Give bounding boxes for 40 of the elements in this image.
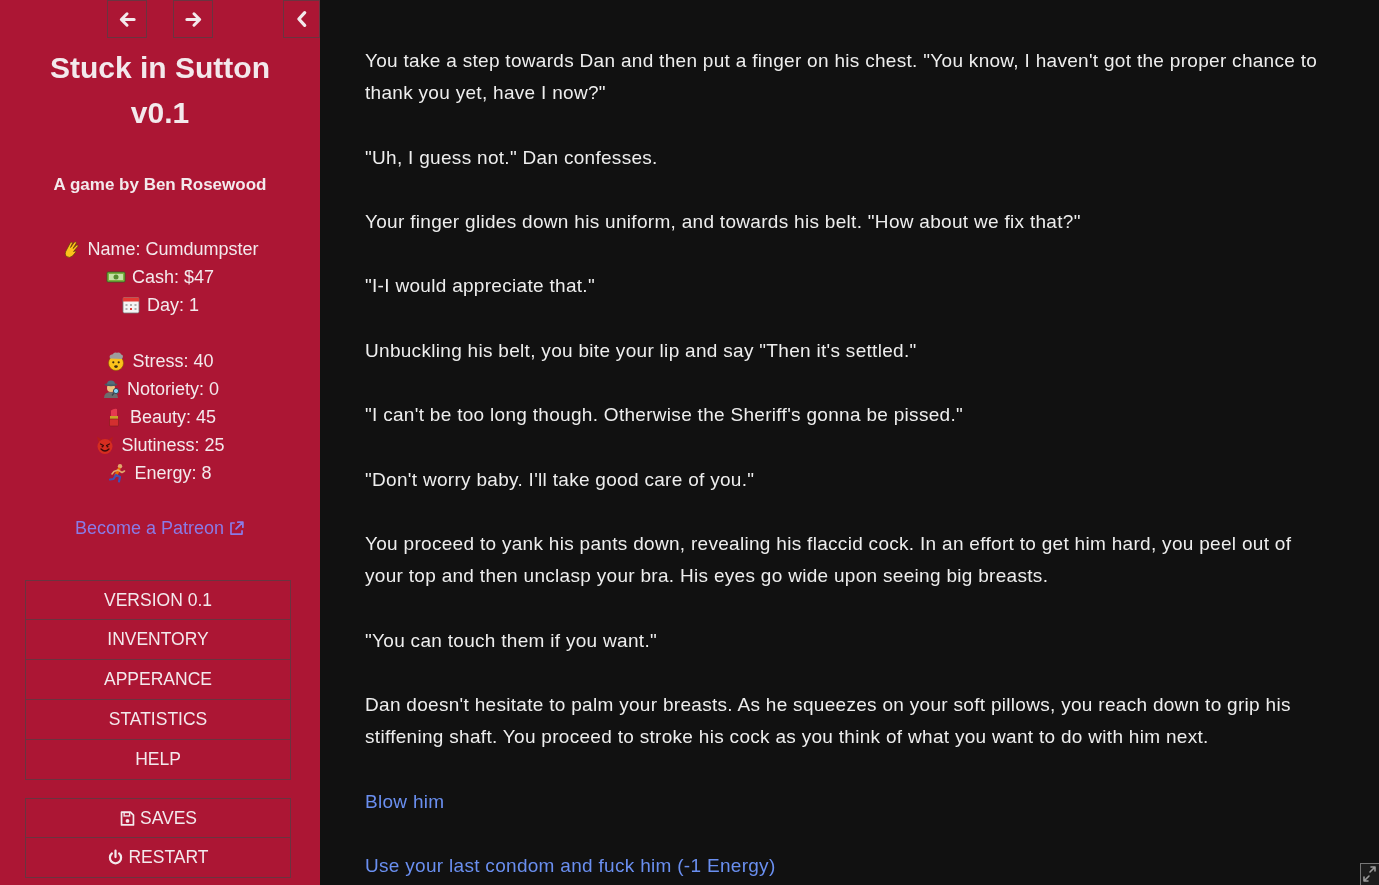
game-byline: A game by Ben Rosewood bbox=[52, 174, 268, 196]
stat-label: Cash: $47 bbox=[131, 266, 215, 289]
menu-item[interactable]: APPERANCE bbox=[25, 660, 291, 700]
left-arrow-icon bbox=[117, 9, 137, 29]
game-title: Stuck in Sutton v0.1 bbox=[49, 50, 271, 131]
menu-item[interactable]: VERSION 0.1 bbox=[25, 580, 291, 620]
stat-label: Energy: 8 bbox=[134, 462, 212, 485]
back-button[interactable] bbox=[107, 0, 147, 38]
story-paragraph: "You can touch them if you want." bbox=[365, 628, 659, 653]
story-paragraph: "I can't be too long though. Otherwise the Sheriff's gonna be pissed." bbox=[365, 403, 965, 428]
right-arrow-icon bbox=[183, 9, 203, 29]
story-paragraph: "I-I would appreciate that." bbox=[365, 274, 596, 299]
stat-label: Day: 1 bbox=[147, 294, 199, 317]
story-paragraph: You take a step towards Dan and then put a finger on his chest. "You know, I haven't got the proper chance to thank you yet, have I now?" bbox=[365, 49, 1319, 106]
stat-label: Notoriety: 0 bbox=[126, 378, 219, 401]
sidebar-toggle-button[interactable] bbox=[283, 0, 320, 38]
saves-button[interactable]: SAVES bbox=[25, 798, 291, 838]
forward-button[interactable] bbox=[173, 0, 213, 38]
stat-label: Stress: 40 bbox=[132, 350, 214, 373]
stat-label: Beauty: 45 bbox=[129, 406, 217, 429]
menu-item[interactable]: STATISTICS bbox=[25, 700, 291, 740]
calendar-icon bbox=[121, 295, 141, 315]
devil-face-icon bbox=[95, 435, 116, 455]
menu-item[interactable]: INVENTORY bbox=[25, 620, 291, 660]
choice-link[interactable]: Use your last condom and fuck him (-1 Energy) bbox=[365, 854, 776, 876]
exploding-head-icon bbox=[106, 351, 127, 371]
story-paragraph: "Don't worry baby. I'll take good care of you." bbox=[365, 467, 756, 492]
external-link-icon bbox=[228, 519, 246, 537]
power-icon bbox=[107, 849, 125, 866]
story-paragraph: "Uh, I guess not." Dan confesses. bbox=[365, 145, 659, 170]
story-paragraph: You proceed to yank his pants down, revealing his flaccid cock. In an effort to get him hard, you peel out of your top and then unclasp your bra. His eyes go wide upon seeing big breasts. bbox=[365, 531, 1293, 589]
story-paragraph: Unbuckling his belt, you bite your lip and say "Then it's settled." bbox=[365, 338, 918, 363]
expand-icon[interactable] bbox=[1360, 863, 1379, 885]
restart-button[interactable]: RESTART bbox=[25, 838, 291, 878]
story-paragraph: Dan doesn't hesitate to palm your breasts. As he squeezes on your soft pillows, you reach down to grip his stiffening shaft. You proceed to stroke his cock as you think of what you want to do with him next. bbox=[365, 692, 1292, 750]
stat-label: Name: Cumdumpster bbox=[87, 238, 259, 261]
choice-link[interactable]: Blow him bbox=[365, 790, 445, 812]
stat-label: Slutiness: 25 bbox=[121, 434, 225, 457]
menu-item[interactable]: HELP bbox=[25, 740, 291, 780]
story-paragraph: Your finger glides down his uniform, and towards his belt. "How about we fix that?" bbox=[365, 210, 1082, 234]
